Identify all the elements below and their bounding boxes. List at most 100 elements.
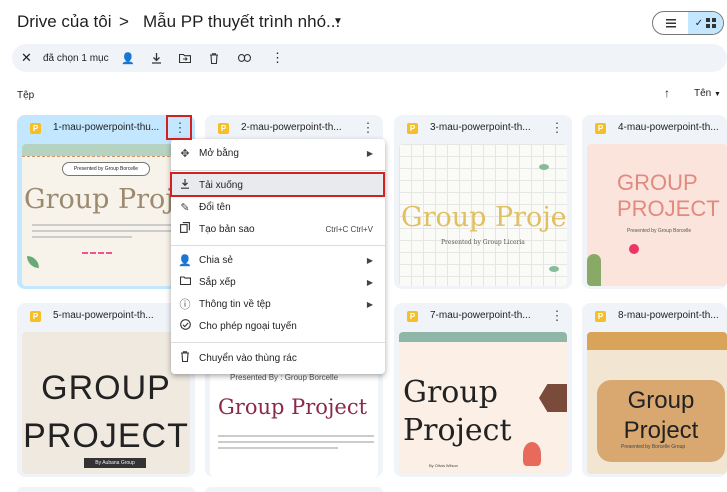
submenu-arrow-icon: ▶ <box>366 255 373 265</box>
trash-icon[interactable] <box>209 44 219 72</box>
menu-divider <box>171 170 385 171</box>
thumbnail-title: GROUP PROJECT <box>617 170 720 221</box>
file-thumbnail: Group Project By Olivia Wilson <box>399 332 567 474</box>
file-thumbnail: Group Project Presented by Borcelle Grou… <box>587 332 727 474</box>
file-card-1[interactable]: P 1-mau-powerpoint-thu... ⋮ Presented by… <box>17 115 195 289</box>
thumbnail-title: Group Projec <box>401 202 567 233</box>
menu-item-rename[interactable]: ✎ Đổi tên <box>171 196 385 218</box>
download-highlight-box <box>170 172 385 197</box>
menu-item-open-with[interactable]: ✥ Mở bằng ▶ <box>171 142 385 164</box>
selection-action-bar: ✕ đã chọn 1 mục 👤 ⋮ <box>12 44 727 72</box>
menu-item-file-info[interactable]: ⓘ Thông tin về tệp ▶ <box>171 293 385 315</box>
menu-item-label: Đổi tên <box>199 201 231 213</box>
thumbnail-subtitle: Presented by Group Borcelle <box>627 228 692 234</box>
thumbnail-subtitle: By Olivia Wilson <box>429 463 458 468</box>
menu-item-offline[interactable]: Cho phép ngoại tuyến <box>171 315 385 337</box>
thumbnail-title: Group Projec <box>24 184 190 215</box>
breadcrumb-separator-icon: > <box>119 12 129 31</box>
file-name: 5-mau-powerpoint-th... <box>53 310 154 321</box>
thumbnail-subtitle: Presented by Borcelle Group <box>621 444 686 450</box>
menu-item-trash[interactable]: Chuyển vào thùng rác <box>171 347 385 369</box>
thumbnail-subtitle: Presented by Group Borcelle <box>62 162 150 176</box>
clear-selection-icon[interactable]: ✕ <box>21 44 32 72</box>
file-card-4[interactable]: P 4-mau-powerpoint-th... GROUP PROJECT P… <box>582 115 727 289</box>
thumbnail-subtitle: By Aubana Group <box>84 458 146 468</box>
file-card-8[interactable]: P 8-mau-powerpoint-th... Group Project P… <box>582 303 727 477</box>
kebab-highlight-box <box>166 115 192 140</box>
thumbnail-title: GROUP PROJECT <box>23 369 189 455</box>
file-name: 7-mau-powerpoint-th... <box>430 310 531 321</box>
submenu-arrow-icon: ▶ <box>366 148 373 158</box>
file-card-7[interactable]: P 7-mau-powerpoint-th... ⋮ Group Project… <box>394 303 572 477</box>
menu-item-share[interactable]: 👤 Chia sẻ ▶ <box>171 249 385 271</box>
menu-item-make-copy[interactable]: Tạo bản sao Ctrl+C Ctrl+V <box>171 218 385 240</box>
file-thumbnail: Presented by Group Borcelle Group Projec <box>22 144 190 286</box>
grid-view-button[interactable]: ✓ <box>688 12 723 34</box>
folder-dropdown-icon[interactable]: ▼ <box>333 16 343 27</box>
slides-file-icon: P <box>407 311 418 322</box>
file-name: 8-mau-powerpoint-th... <box>618 310 719 321</box>
file-name: 1-mau-powerpoint-thu... <box>53 122 160 133</box>
file-name: 3-mau-powerpoint-th... <box>430 122 531 133</box>
make-copy-shortcut: Ctrl+C Ctrl+V <box>325 224 373 234</box>
menu-divider <box>171 342 385 343</box>
breadcrumb-current-folder[interactable]: Mẫu PP thuyết trình nhó... <box>143 12 340 32</box>
file-name: 2-mau-powerpoint-th... <box>241 122 342 133</box>
info-icon: ⓘ <box>179 299 191 311</box>
person-add-icon: 👤 <box>178 254 192 267</box>
menu-item-label: Mở bằng <box>199 147 239 159</box>
thumbnail-subtitle: Presented by Group Liceria <box>441 239 525 246</box>
slides-file-icon: P <box>218 123 229 134</box>
trash-icon <box>171 351 199 365</box>
menu-item-label: Chuyển vào thùng rác <box>199 352 297 364</box>
file-more-actions-icon[interactable]: ⋮ <box>359 119 377 137</box>
thumbnail-title: Group Project <box>218 395 368 419</box>
menu-item-label: Cho phép ngoại tuyến <box>199 320 297 332</box>
sort-label: Tên <box>694 88 712 99</box>
file-thumbnail: Group Projec Presented by Group Liceria <box>399 144 567 286</box>
file-card-5[interactable]: P 5-mau-powerpoint-th... GROUP PROJECT B… <box>17 303 195 477</box>
slides-file-icon: P <box>595 123 606 134</box>
slides-file-icon: P <box>30 123 41 134</box>
menu-item-label: Sắp xếp <box>199 276 236 288</box>
menu-divider <box>171 245 385 246</box>
file-more-actions-icon[interactable]: ⋮ <box>548 119 566 137</box>
file-card-partial <box>17 487 195 492</box>
menu-item-label: Chia sẻ <box>199 254 233 266</box>
sort-by-name[interactable]: Tên ▼ <box>694 88 721 99</box>
list-view-button[interactable] <box>653 12 688 34</box>
offline-check-icon <box>171 319 199 333</box>
grid-icon <box>706 18 717 28</box>
more-actions-icon[interactable]: ⋮ <box>271 44 284 72</box>
file-name: 4-mau-powerpoint-th... <box>618 122 719 133</box>
menu-item-label: Tạo bản sao <box>199 223 255 235</box>
sort-direction-arrow-icon[interactable]: ↑ <box>664 86 670 100</box>
share-person-icon[interactable]: 👤 <box>121 44 135 72</box>
slides-file-icon: P <box>30 311 41 322</box>
file-thumbnail: Presented By : Group Borcelle Group Proj… <box>210 369 378 477</box>
slides-file-icon: P <box>407 123 418 134</box>
file-more-actions-icon[interactable]: ⋮ <box>548 307 566 325</box>
submenu-arrow-icon: ▶ <box>366 277 373 287</box>
menu-item-organize[interactable]: Sắp xếp ▶ <box>171 271 385 293</box>
thumbnail-subtitle: Presented By : Group Borcelle <box>230 373 339 382</box>
breadcrumb-root[interactable]: Drive của tôi <box>17 12 111 32</box>
menu-item-label: Thông tin về tệp <box>199 298 271 310</box>
move-to-folder-icon[interactable] <box>179 44 191 72</box>
file-thumbnail: GROUP PROJECT Presented by Group Borcell… <box>587 144 727 286</box>
pencil-icon: ✎ <box>180 201 190 214</box>
view-toggle[interactable]: ✓ <box>652 11 724 35</box>
move-arrows-icon: ✥ <box>180 147 190 160</box>
file-card-3[interactable]: P 3-mau-powerpoint-th... ⋮ Group Projec … <box>394 115 572 289</box>
download-icon[interactable] <box>151 44 162 72</box>
file-card-partial <box>205 487 383 492</box>
selection-count: đã chọn 1 mục <box>43 52 109 64</box>
folder-move-icon <box>171 276 199 288</box>
copy-icon <box>171 222 199 236</box>
list-icon <box>665 18 676 27</box>
sort-dropdown-icon: ▼ <box>714 91 721 98</box>
copy-link-icon[interactable] <box>238 44 251 72</box>
submenu-arrow-icon: ▶ <box>366 299 373 309</box>
file-thumbnail: GROUP PROJECT By Aubana Group <box>22 332 190 474</box>
slides-file-icon: P <box>595 311 606 322</box>
